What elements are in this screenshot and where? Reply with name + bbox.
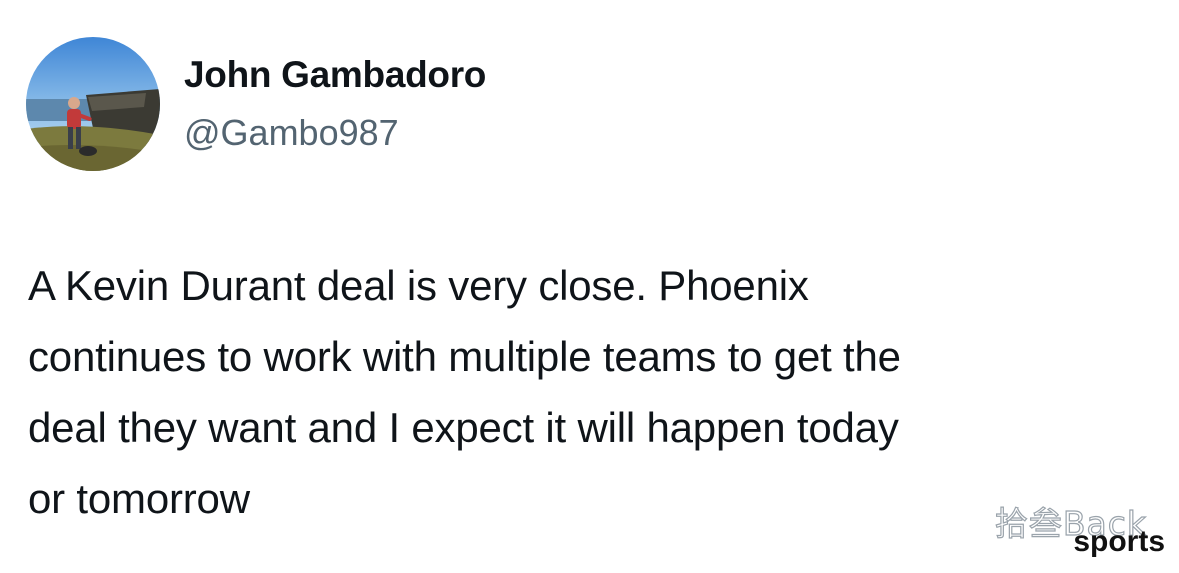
author-name[interactable]: John Gambadoro [184, 54, 486, 96]
avatar[interactable] [26, 37, 160, 171]
avatar-photo [26, 37, 160, 171]
tweet-text-line: deal they want and I expect it will happ… [28, 404, 899, 451]
watermark-label: sports [1073, 525, 1165, 558]
watermark: 拾叁Back sports [965, 497, 1165, 559]
tweet-text-line: continues to work with multiple teams to… [28, 333, 901, 380]
tweet-text: A Kevin Durant deal is very close. Phoen… [28, 250, 1148, 534]
author-handle[interactable]: @Gambo987 [184, 112, 399, 154]
tweet-card: John Gambadoro @Gambo987 A Kevin Durant … [0, 0, 1179, 573]
tweet-text-line: A Kevin Durant deal is very close. Phoen… [28, 262, 809, 309]
